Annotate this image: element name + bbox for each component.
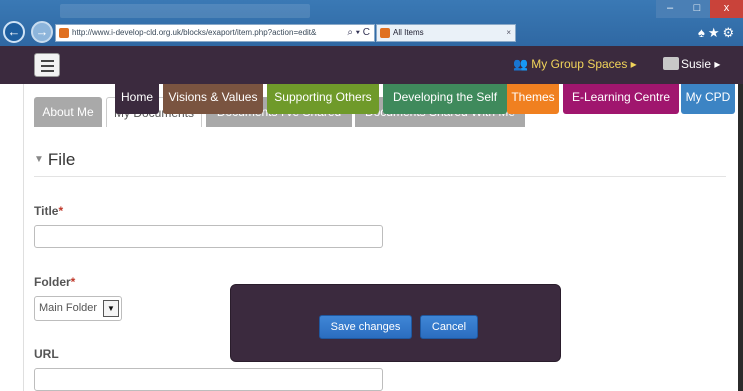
avatar [663,57,679,70]
nav-visions-values[interactable]: Visions & Values [163,84,263,114]
tab-close-icon[interactable]: × [506,25,511,41]
title-label: Title* [34,204,64,218]
group-spaces-link[interactable]: 👥 My Group Spaces ▸ [513,57,637,71]
maximize-button[interactable]: □ [684,0,710,18]
title-bar [60,4,310,18]
back-button[interactable]: ← [3,21,25,43]
tab-title: All Items [393,28,424,37]
user-menu[interactable]: Susie ▸ [663,57,720,71]
chevron-down-icon[interactable]: ▼ [103,300,119,317]
section-divider [34,176,726,177]
save-button[interactable]: Save changes [319,315,412,339]
nav-elearning-centre[interactable]: E-Learning Centre [563,84,679,114]
nav-my-cpd[interactable]: My CPD [681,84,735,114]
site-favicon-icon [59,28,69,38]
cancel-button[interactable]: Cancel [420,315,478,339]
group-people-icon: 👥 [513,57,528,71]
nav-developing-self[interactable]: Developing the Self [383,84,507,114]
nav-home[interactable]: Home [115,84,159,114]
title-input[interactable] [34,225,383,248]
address-tools-icon[interactable]: ⌕ ▾ C [347,25,370,41]
scrollbar[interactable] [738,84,743,391]
url-input[interactable] [34,368,383,391]
close-window-button[interactable]: x [710,0,743,18]
minimize-button[interactable]: – [656,0,684,18]
forward-button[interactable]: → [31,21,53,43]
address-bar[interactable]: http://www.i-develop-cld.org.uk/blocks/e… [55,24,375,42]
home-favorites-settings-icons[interactable]: ♠★⚙ [698,25,737,41]
section-heading[interactable]: ▼ File [34,150,75,170]
collapse-triangle-icon[interactable]: ▼ [34,154,44,165]
nav-themes[interactable]: Themes [507,84,559,114]
folder-select[interactable]: Main Folder ▼ [34,296,122,321]
tab-about-me[interactable]: About Me [34,97,102,127]
browser-chrome: – □ x ← → http://www.i-develop-cld.org.u… [0,0,743,46]
url-label: URL [34,347,59,361]
address-url: http://www.i-develop-cld.org.uk/blocks/e… [72,28,317,37]
tab-favicon-icon [380,28,390,38]
hamburger-icon[interactable] [34,53,60,77]
save-dialog: Save changes Cancel [230,284,561,362]
folder-label: Folder* [34,275,76,289]
nav-supporting-others[interactable]: Supporting Others [267,84,379,114]
browser-tab[interactable]: All Items × [376,24,516,42]
site-topbar: 👥 My Group Spaces ▸ Susie ▸ [0,46,743,84]
